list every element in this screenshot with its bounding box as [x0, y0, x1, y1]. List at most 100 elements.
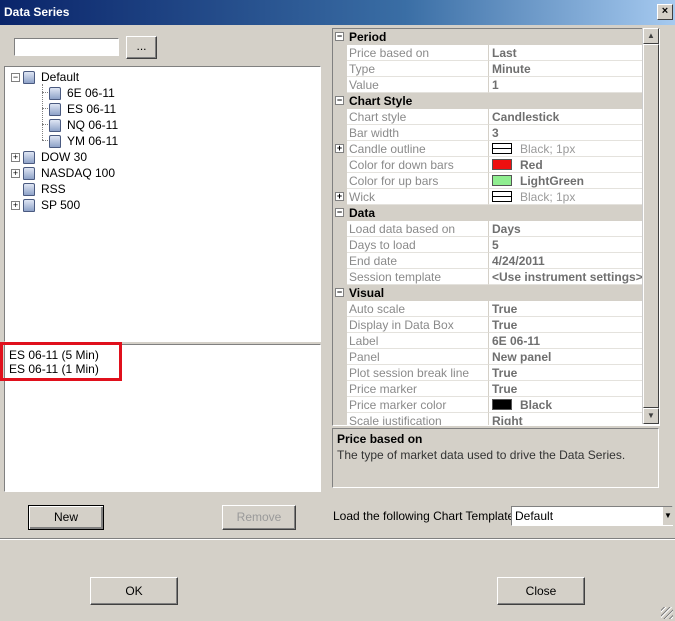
property-value[interactable]: Black; 1px: [489, 141, 643, 157]
property-name: Label: [347, 333, 489, 349]
close-window-icon[interactable]: ×: [657, 4, 673, 20]
property-value[interactable]: Minute: [489, 61, 643, 77]
description-text: The type of market data used to drive th…: [337, 448, 626, 462]
tree-node-sp500[interactable]: + SP 500: [11, 197, 80, 213]
property-name: Type: [347, 61, 489, 77]
property-value[interactable]: Black; 1px: [489, 189, 643, 205]
expand-icon[interactable]: +: [11, 169, 20, 179]
property-value[interactable]: True: [489, 365, 643, 381]
collapse-icon[interactable]: −: [335, 288, 344, 297]
property-row[interactable]: + Wick Black; 1px: [333, 189, 643, 205]
color-swatch-icon: [492, 159, 512, 170]
property-row[interactable]: Load data based on Days: [333, 221, 643, 237]
line-style-icon: [492, 143, 512, 154]
category-period[interactable]: − Period: [333, 29, 643, 45]
property-value[interactable]: New panel: [489, 349, 643, 365]
property-value[interactable]: True: [489, 317, 643, 333]
property-row[interactable]: Price based on Last: [333, 45, 643, 61]
property-row[interactable]: Days to load 5: [333, 237, 643, 253]
instrument-search-input[interactable]: [14, 38, 119, 56]
property-name: Bar width: [347, 125, 489, 141]
property-value-text: Black: [520, 398, 553, 412]
property-row[interactable]: Plot session break line True: [333, 365, 643, 381]
category-visual[interactable]: − Visual: [333, 285, 643, 301]
property-row[interactable]: Display in Data Box True: [333, 317, 643, 333]
instrument-icon: [49, 103, 61, 117]
property-row[interactable]: Color for down bars Red: [333, 157, 643, 173]
browse-button[interactable]: ...: [126, 36, 157, 59]
new-button[interactable]: New: [28, 505, 104, 530]
property-name: Price based on: [347, 45, 489, 61]
property-value[interactable]: 4/24/2011: [489, 253, 643, 269]
property-name: Scale justification: [347, 413, 489, 425]
property-row[interactable]: Type Minute: [333, 61, 643, 77]
property-row[interactable]: Value 1: [333, 77, 643, 93]
tree-node-label: 6E 06-11: [67, 86, 115, 100]
property-value[interactable]: 1: [489, 77, 643, 93]
expand-icon[interactable]: +: [11, 153, 20, 163]
property-row[interactable]: Panel New panel: [333, 349, 643, 365]
property-value[interactable]: 6E 06-11: [489, 333, 643, 349]
property-row[interactable]: Auto scale True: [333, 301, 643, 317]
property-row[interactable]: Bar width 3: [333, 125, 643, 141]
property-row[interactable]: Color for up bars LightGreen: [333, 173, 643, 189]
collapse-icon[interactable]: −: [335, 96, 344, 105]
property-row[interactable]: End date 4/24/2011: [333, 253, 643, 269]
property-row[interactable]: + Candle outline Black; 1px: [333, 141, 643, 157]
property-value-text: Red: [520, 158, 543, 172]
category-chart-style[interactable]: − Chart Style: [333, 93, 643, 109]
description-title: Price based on: [337, 432, 423, 446]
property-value[interactable]: Black: [489, 397, 643, 413]
property-value[interactable]: 3: [489, 125, 643, 141]
property-value[interactable]: <Use instrument settings>: [489, 269, 643, 285]
tree-node-nq[interactable]: NQ 06-11: [49, 117, 118, 133]
chevron-down-icon[interactable]: ▼: [663, 507, 673, 525]
property-value[interactable]: Last: [489, 45, 643, 61]
collapse-icon[interactable]: −: [335, 32, 344, 41]
property-row[interactable]: Scale justification Right: [333, 413, 643, 425]
scrollbar-thumb[interactable]: [643, 44, 659, 408]
ok-button[interactable]: OK: [90, 577, 178, 605]
tree-node-dow30[interactable]: + DOW 30: [11, 149, 87, 165]
property-value[interactable]: Candlestick: [489, 109, 643, 125]
line-style-icon: [492, 191, 512, 202]
property-row[interactable]: Price marker True: [333, 381, 643, 397]
collapse-icon[interactable]: −: [335, 208, 344, 217]
property-row[interactable]: Chart style Candlestick: [333, 109, 643, 125]
tree-node-rss[interactable]: RSS: [23, 181, 66, 197]
expand-icon[interactable]: +: [335, 192, 344, 201]
property-value[interactable]: Right: [489, 413, 643, 425]
scroll-up-icon[interactable]: ▲: [643, 28, 659, 44]
tree-node-default[interactable]: − Default: [11, 69, 79, 85]
category-data[interactable]: − Data: [333, 205, 643, 221]
instrument-tree[interactable]: − Default 6E 06-11 ES 06-11 NQ 06-11 YM 0…: [4, 66, 321, 342]
tree-node-6e[interactable]: 6E 06-11: [49, 85, 115, 101]
property-value[interactable]: Red: [489, 157, 643, 173]
scroll-down-icon[interactable]: ▼: [643, 408, 659, 424]
property-name: Plot session break line: [347, 365, 489, 381]
chart-template-select[interactable]: Default ▼: [511, 506, 673, 526]
property-row[interactable]: Label 6E 06-11: [333, 333, 643, 349]
property-value[interactable]: True: [489, 381, 643, 397]
property-name: Load data based on: [347, 221, 489, 237]
instrument-icon: [49, 135, 61, 149]
property-value[interactable]: Days: [489, 221, 643, 237]
property-name: Display in Data Box: [347, 317, 489, 333]
property-row[interactable]: Price marker color Black: [333, 397, 643, 413]
close-button[interactable]: Close: [497, 577, 585, 605]
remove-button[interactable]: Remove: [222, 505, 296, 530]
property-row[interactable]: Session template <Use instrument settings…: [333, 269, 643, 285]
tree-node-ym[interactable]: YM 06-11: [49, 133, 118, 149]
collapse-icon[interactable]: −: [11, 73, 20, 83]
resize-grip-icon[interactable]: [661, 607, 673, 619]
expand-icon[interactable]: +: [335, 144, 344, 153]
grid-scrollbar[interactable]: ▲ ▼: [642, 28, 659, 424]
property-value[interactable]: 5: [489, 237, 643, 253]
tree-node-es[interactable]: ES 06-11: [49, 101, 116, 117]
property-value[interactable]: LightGreen: [489, 173, 643, 189]
tree-node-nasdaq100[interactable]: + NASDAQ 100: [11, 165, 115, 181]
property-value[interactable]: True: [489, 301, 643, 317]
property-name: Session template: [347, 269, 489, 285]
expand-icon[interactable]: +: [11, 201, 20, 211]
property-grid[interactable]: − Period Price based on Last Type Minute Va…: [332, 28, 660, 426]
